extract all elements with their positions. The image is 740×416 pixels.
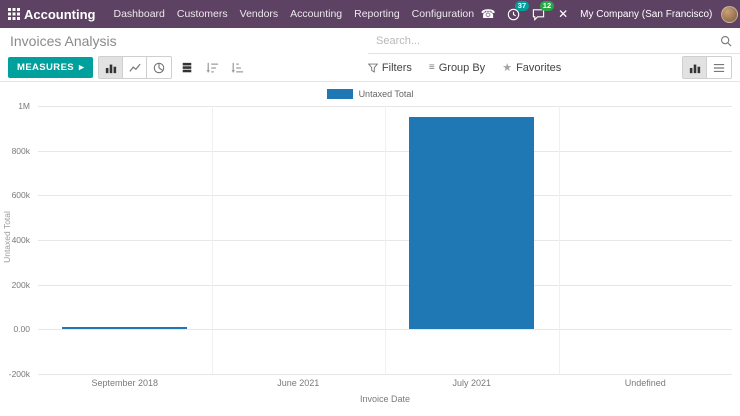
group-by-button[interactable]: ≡ Group By <box>423 62 491 74</box>
messages-icon[interactable]: 12 <box>530 1 555 22</box>
x-tick-label: September 2018 <box>91 378 159 388</box>
x-tick-label: Undefined <box>624 378 666 388</box>
app-brand[interactable]: Accounting <box>24 7 96 22</box>
bar-chart-icon <box>105 64 116 73</box>
favorites-label: Favorites <box>516 61 562 74</box>
nav-customers[interactable]: Customers <box>171 0 234 28</box>
top-navbar: Accounting Dashboard Customers Vendors A… <box>0 0 740 28</box>
plot-area <box>38 106 732 375</box>
graph-view-button[interactable] <box>683 57 708 78</box>
h-gridline <box>38 374 732 375</box>
filters-button[interactable]: Filters <box>362 62 418 74</box>
y-tick-label: 800k <box>11 145 30 156</box>
nav-accounting[interactable]: Accounting <box>284 0 348 28</box>
search-icon[interactable] <box>720 35 732 47</box>
y-tick-label: 200k <box>11 279 30 290</box>
graph-view-icon <box>689 64 700 73</box>
stacked-bars-icon <box>182 62 192 72</box>
bar-chart-button[interactable] <box>99 57 124 78</box>
v-gridline <box>385 106 386 374</box>
y-tick-label: 600k <box>11 190 30 201</box>
legend-color-swatch <box>326 89 353 99</box>
caret-right-icon: ▸ <box>79 62 85 73</box>
y-axis-ticks: 1M 800k 600k 400k 200k 0.00 -200k <box>0 101 34 379</box>
sort-asc-icon <box>231 62 243 73</box>
pie-chart-icon <box>153 62 165 73</box>
x-tick-label: June 2021 <box>277 378 320 388</box>
chart-legend[interactable]: Untaxed Total <box>0 89 740 99</box>
line-chart-button[interactable] <box>123 57 148 78</box>
chart-bar[interactable] <box>409 117 535 330</box>
group-by-icon: ≡ <box>428 62 435 73</box>
group-by-label: Group By <box>438 61 486 74</box>
chart-type-switcher <box>98 56 173 79</box>
favorite-star-icon: ★ <box>502 62 513 74</box>
measures-label: MEASURES <box>17 62 75 73</box>
activity-clock-icon[interactable]: 37 <box>505 1 530 22</box>
y-tick-label: -200k <box>8 369 30 379</box>
main-menu: Dashboard Customers Vendors Accounting R… <box>108 0 481 28</box>
chart-area: Untaxed Total Untaxed Total 1M 800k 600k 40… <box>0 82 740 416</box>
sort-descending-button[interactable] <box>202 57 222 78</box>
list-view-button[interactable] <box>707 57 732 78</box>
nav-reporting[interactable]: Reporting <box>348 0 406 28</box>
x-axis-title: Invoice Date <box>359 394 411 404</box>
filters-label: Filters <box>381 61 412 74</box>
list-view-icon <box>713 63 725 72</box>
filter-funnel-icon <box>367 63 378 73</box>
line-chart-icon <box>129 63 141 72</box>
legend-label: Untaxed Total <box>358 89 414 99</box>
apps-menu-icon[interactable] <box>8 0 20 28</box>
sort-desc-icon <box>206 62 218 73</box>
user-avatar[interactable] <box>721 5 739 23</box>
v-gridline <box>211 106 213 374</box>
stacked-toggle-button[interactable] <box>177 57 197 78</box>
grid-icon <box>8 8 20 20</box>
page-title: Invoices Analysis <box>10 33 117 49</box>
navbar-systray: ☎ 37 12 ✕ My Company (San Francisco) Mit… <box>480 1 740 23</box>
y-tick-label: 0.00 <box>13 324 30 335</box>
control-panel: MEASURES ▸ Filters ≡ Group By ★ Favorite… <box>0 54 740 82</box>
measures-button[interactable]: MEASURES ▸ <box>8 57 94 78</box>
tools-icon[interactable]: ✕ <box>555 6 571 22</box>
phone-icon[interactable]: ☎ <box>480 6 496 22</box>
view-switcher <box>682 56 733 79</box>
activity-badge: 37 <box>514 1 530 11</box>
favorites-button[interactable]: ★ Favorites <box>496 61 567 75</box>
message-badge: 12 <box>539 1 555 11</box>
breadcrumb-row: Invoices Analysis <box>0 28 740 54</box>
search-input[interactable] <box>376 34 720 47</box>
sort-ascending-button[interactable] <box>227 57 247 78</box>
nav-vendors[interactable]: Vendors <box>234 0 285 28</box>
pie-chart-button[interactable] <box>147 57 172 78</box>
chart-bar[interactable] <box>62 327 188 330</box>
search-box <box>368 28 740 54</box>
v-gridline <box>558 106 560 374</box>
nav-configuration[interactable]: Configuration <box>406 0 480 28</box>
y-tick-label: 400k <box>11 235 30 245</box>
company-switcher[interactable]: My Company (San Francisco) <box>580 9 712 20</box>
nav-dashboard[interactable]: Dashboard <box>108 0 171 28</box>
x-tick-label: July 2021 <box>452 378 492 388</box>
y-tick-label: 1M <box>18 101 30 111</box>
x-axis-ticks: September 2018 June 2021 July 2021 Undefine… <box>38 378 732 390</box>
